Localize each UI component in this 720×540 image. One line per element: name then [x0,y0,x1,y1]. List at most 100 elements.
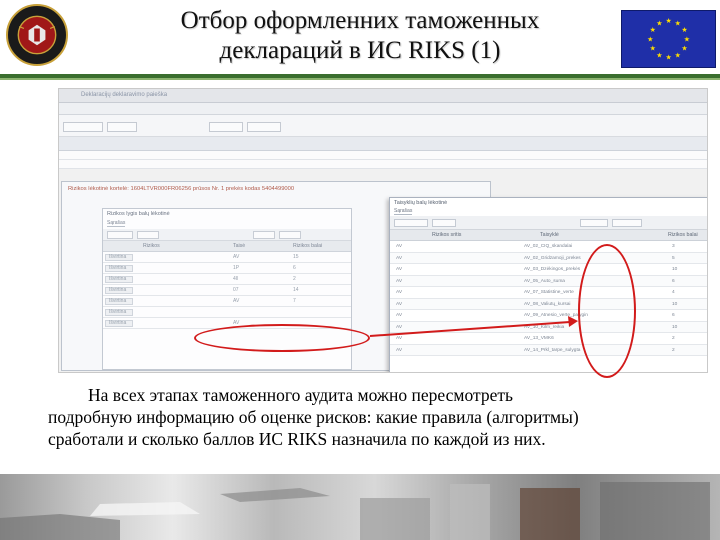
cell-score: 10 [672,267,678,272]
cell-score: 4 [672,290,675,295]
toolbar-button[interactable] [137,231,159,239]
toolbar-button[interactable] [63,122,103,132]
row-tag-label: Išvirtina [109,276,127,282]
tab-list[interactable]: Sąrašas [107,220,126,227]
table-row[interactable]: Išvirtina 1P 6 [103,263,351,274]
star-icon: ★ [647,35,653,43]
column-header: Taisė [233,243,246,249]
table-row[interactable]: Išvirtina AV 15 [103,252,351,263]
table-row[interactable]: AV AV_09_Atnesio_verte_palygin 6 [390,310,707,322]
column-header: Rizikos balai [293,243,323,249]
cell-score: 10 [672,324,678,330]
risk-window-title: Rizikos lygis balų lėkotinė [107,211,170,217]
cell-area: AV [396,244,403,249]
grid-header [59,137,707,151]
table-row[interactable] [59,160,707,169]
cell-area: AV [396,324,403,330]
title-line-1: Отбор оформленних таможенных [180,7,540,34]
cell-score: 2 [672,347,675,353]
cell-rule: AV_03_Dzėkingos_prekės [524,267,581,272]
toolbar-button[interactable] [612,219,642,227]
table-row[interactable]: AV AV_02_Gridzamoji_prekes 5 [390,252,707,264]
column-header: Taisyklė [540,232,559,238]
toolbar-button[interactable] [253,231,275,239]
star-icon: ★ [681,45,687,53]
cell-value: 6 [293,265,296,271]
cell-value: 15 [293,254,299,260]
cell-score: 6 [672,278,675,284]
cell-score: 10 [672,301,678,307]
row-tag-label: Išvirtina [109,287,127,293]
cell-score: 5 [672,255,675,261]
table-row[interactable]: AV AV_02_CIQ_skandalai 3 [390,241,707,253]
cell-area: AV [396,301,403,307]
cell-rule: AV_14_Prkl_tarpe_sulygta [524,347,581,353]
cell-area: AV [396,255,403,261]
toolbar-button[interactable] [209,122,243,132]
table-row[interactable] [59,151,707,160]
cell-area: AV [396,336,403,341]
app-titlebar: Deklaracijų deklaravimo paieška [59,89,707,103]
toolbar-button[interactable] [580,219,608,227]
footer-collage-image [0,474,720,540]
cell-rule: AV_08_Valiutų_kursai [524,301,571,307]
cell-rule: AV_07_Statistine_verte [524,290,574,295]
eu-flag-icon: ★ ★ ★ ★ ★ ★ ★ ★ ★ ★ ★ ★ [621,10,716,68]
app-subbar [59,103,707,115]
row-highlight [194,324,370,352]
star-icon: ★ [656,51,662,59]
row-tag-label: Išvirtina [109,309,127,315]
risk-table-header: Rizikos Taisė Rizikos balai [103,241,351,252]
rules-window-title: Taisyklių balų lėkotinė [394,200,448,206]
risk-card-title: Rizikos lėkotinė kortelė: 1604LTVR000FR0… [68,186,295,192]
cell-score: 3 [672,244,675,249]
column-header: Rizikos [143,243,160,249]
row-tag-label: Išvirtina [109,298,127,304]
cell-code: AV [233,298,240,304]
table-row[interactable]: AV AV_08_Valiutų_kursai 10 [390,298,707,310]
table-row[interactable]: AV AV_03_Dzėkingos_prekės 10 [390,264,707,276]
risk-window-toolbar [103,229,351,241]
table-row[interactable]: AV AV_14_Prkl_tarpe_sulygta 2 [390,344,707,356]
customs-emblem-icon [6,4,68,66]
table-row[interactable]: AV AV_10_Kilm_reikia 10 [390,321,707,333]
app-toolbar [59,115,707,137]
rules-score-window: Taisyklių balų lėkotinė Sąrašas Rizikos … [389,197,707,372]
table-row[interactable]: Išvirtina 07 14 [103,285,351,296]
cell-area: AV [396,267,403,272]
cell-score: 2 [672,336,675,341]
table-row[interactable]: Išvirtina [103,307,351,318]
cell-rule: AV_13_VMK6 [524,336,554,341]
toolbar-button[interactable] [432,219,456,227]
star-icon: ★ [650,45,656,53]
toolbar-button[interactable] [279,231,301,239]
cell-area: AV [396,290,403,295]
title-line-2: деклараций в ИС RIKS (1) [219,37,501,64]
cell-code: AV [233,254,240,260]
toolbar-button[interactable] [107,122,137,132]
cell-rule: AV_10_Kilm_reikia [524,324,565,330]
table-row[interactable]: AV AV_07_Statistine_verte 4 [390,287,707,299]
star-icon: ★ [650,26,656,34]
cell-area: AV [396,313,403,318]
tab-list[interactable]: Sąrašas [394,208,413,215]
toolbar-button[interactable] [394,219,428,227]
table-row[interactable]: AV AV_13_VMK6 2 [390,333,707,345]
cell-rule: AV_02_Gridzamoji_prekes [524,255,581,261]
star-icon: ★ [675,20,681,28]
column-header: Rizikos sritis [432,232,462,238]
caption-line-3: сработали и сколько баллов ИС RIKS назна… [48,429,546,449]
row-tag-label: Išvirtina [109,254,127,260]
header-divider-light [0,78,720,80]
table-row[interactable]: Išvirtina AV 7 [103,296,351,307]
row-tag-label: Išvirtina [109,320,127,326]
caption-text: На всех этапах таможенного аудита можно … [40,384,700,450]
row-tag-label: Išvirtina [109,265,127,271]
toolbar-button[interactable] [247,122,281,132]
cell-code: 07 [233,287,239,293]
cell-area: AV [396,278,403,284]
toolbar-button[interactable] [107,231,133,239]
table-row[interactable]: AV AV_05_Auto_suma 6 [390,275,707,287]
star-icon: ★ [675,51,681,59]
table-row[interactable]: Išvirtina 4Il 2 [103,274,351,285]
